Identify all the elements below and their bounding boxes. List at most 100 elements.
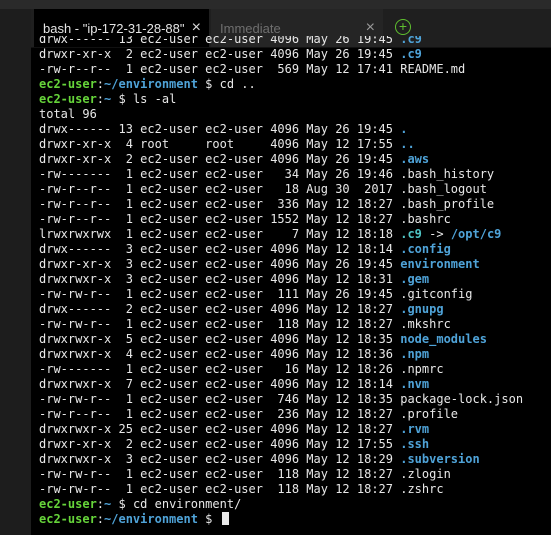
terminal-text: : [96,77,105,91]
terminal-text: $ cd environment/ [111,497,242,511]
terminal-text: drwxr-xr-x 2 ec2-user ec2-user 4096 May … [39,437,401,451]
terminal-text: drwxrwxr-x 5 ec2-user ec2-user 4096 May … [39,332,401,346]
terminal-text: drwx------ 2 ec2-user ec2-user 4096 May … [39,302,401,316]
left-gutter [0,9,31,535]
terminal-text: : [96,497,105,511]
terminal-line: -rw-r--r-- 1 ec2-user ec2-user 18 Aug 30… [39,182,549,197]
terminal-output[interactable]: drwx------ 13 ec2-user ec2-user 4096 May… [39,36,549,535]
terminal-text: drwx------ 13 ec2-user ec2-user 4096 May… [39,36,401,46]
terminal-line: drwxr-xr-x 2 ec2-user ec2-user 4096 May … [39,47,549,62]
tab-immediate-label: Immediate [220,20,281,36]
terminal-text: lrwxrwxrwx 1 ec2-user ec2-user 7 May 12 … [39,227,401,241]
directory-name: .gnupg [400,302,444,316]
directory-name: .rvm [400,422,430,436]
terminal-text: -rw------- 1 ec2-user ec2-user 16 May 12… [39,362,444,376]
terminal-line: drwxrwxr-x 5 ec2-user ec2-user 4096 May … [39,332,549,347]
terminal-line: -rw-r--r-- 1 ec2-user ec2-user 336 May 1… [39,197,549,212]
window-top-strip [0,0,551,9]
symlink-name: .c9 [400,227,422,241]
terminal-line: drwxrwxr-x 4 ec2-user ec2-user 4096 May … [39,347,549,362]
terminal-text: drwxrwxr-x 3 ec2-user ec2-user 4096 May … [39,452,401,466]
terminal-text: drwxrwxr-x 4 ec2-user ec2-user 4096 May … [39,347,401,361]
terminal-line: -rw------- 1 ec2-user ec2-user 16 May 12… [39,362,549,377]
terminal-line: -rw-r--r-- 1 ec2-user ec2-user 236 May 1… [39,407,549,422]
terminal-line: -rw-rw-r-- 1 ec2-user ec2-user 118 May 1… [39,317,549,332]
tab-bash-label: bash - "ip-172-31-28-88" [43,20,185,36]
directory-name: .config [400,242,451,256]
directory-name: environment [400,257,480,271]
terminal-text: -rw-rw-r-- 1 ec2-user ec2-user 118 May 1… [39,317,451,331]
terminal-line: ec2-user:~/environment $ cd .. [39,77,549,92]
terminal-line: ec2-user:~/environment $ [39,512,549,527]
terminal-text: -rw-r--r-- 1 ec2-user ec2-user 569 May 1… [39,62,466,76]
terminal-text: -> [421,227,451,241]
terminal-line: drwxrwxr-x 3 ec2-user ec2-user 4096 May … [39,452,549,467]
terminal-line: drwxrwxr-x 25 ec2-user ec2-user 4096 May… [39,422,549,437]
terminal-text: $ [197,512,220,526]
terminal-text: drwxr-xr-x 2 ec2-user ec2-user 4096 May … [39,152,401,166]
terminal-text: -rw-rw-r-- 1 ec2-user ec2-user 118 May 1… [39,482,444,496]
directory-name: node_modules [400,332,487,346]
terminal-text: : [96,512,105,526]
terminal-line: lrwxrwxrwx 1 ec2-user ec2-user 7 May 12 … [39,227,549,242]
terminal-text: drwx------ 13 ec2-user ec2-user 4096 May… [39,122,401,136]
directory-name: .subversion [400,452,480,466]
terminal-line: -rw------- 1 ec2-user ec2-user 34 May 26… [39,167,549,182]
terminal-line: -rw-rw-r-- 1 ec2-user ec2-user 118 May 1… [39,467,549,482]
terminal-line: -rw-rw-r-- 1 ec2-user ec2-user 111 May 2… [39,287,549,302]
terminal-line: -rw-r--r-- 1 ec2-user ec2-user 1552 May … [39,212,549,227]
terminal-line: drwxrwxr-x 7 ec2-user ec2-user 4096 May … [39,377,549,392]
directory-name: .. [400,137,415,151]
directory-name: .aws [400,152,430,166]
plus-circle-icon[interactable]: + [395,19,411,35]
terminal-line: drwxr-xr-x 2 ec2-user ec2-user 4096 May … [39,152,549,167]
directory-name: .ssh [400,437,430,451]
terminal-line: ec2-user:~ $ ls -al [39,92,549,107]
terminal-line: drwx------ 13 ec2-user ec2-user 4096 May… [39,36,549,47]
terminal-text: drwxr-xr-x 4 root root 4096 May 12 17:55 [39,137,401,151]
terminal-text: -rw-rw-r-- 1 ec2-user ec2-user 746 May 1… [39,392,524,406]
terminal-line: drwx------ 13 ec2-user ec2-user 4096 May… [39,122,549,137]
terminal-text: total 96 [39,107,97,121]
terminal-text: drwxrwxr-x 25 ec2-user ec2-user 4096 May… [39,422,401,436]
terminal-text: -rw-r--r-- 1 ec2-user ec2-user 18 Aug 30… [39,182,487,196]
terminal-text: -rw------- 1 ec2-user ec2-user 34 May 26… [39,167,495,181]
terminal-text: drwxrwxr-x 3 ec2-user ec2-user 4096 May … [39,272,401,286]
terminal-text: -rw-r--r-- 1 ec2-user ec2-user 236 May 1… [39,407,459,421]
terminal-line: drwxr-xr-x 2 ec2-user ec2-user 4096 May … [39,437,549,452]
terminal-text: $ cd .. [197,77,256,91]
terminal-line: -rw-rw-r-- 1 ec2-user ec2-user 746 May 1… [39,392,549,407]
terminal-text: : [96,92,105,106]
terminal-line: drwx------ 2 ec2-user ec2-user 4096 May … [39,302,549,317]
directory-name: /opt/c9 [450,227,502,241]
terminal-line: -rw-r--r-- 1 ec2-user ec2-user 569 May 1… [39,62,549,77]
terminal-text: -rw-rw-r-- 1 ec2-user ec2-user 118 May 1… [39,467,451,481]
terminal-line: -rw-rw-r-- 1 ec2-user ec2-user 118 May 1… [39,482,549,497]
terminal-line: drwx------ 3 ec2-user ec2-user 4096 May … [39,242,549,257]
directory-name: . [400,122,408,136]
terminal-line: ec2-user:~ $ cd environment/ [39,497,549,512]
prompt-user: ec2-user [39,512,97,526]
directory-name: .nvm [400,377,430,391]
terminal-line: drwxr-xr-x 3 ec2-user ec2-user 4096 May … [39,257,549,272]
close-icon[interactable]: × [192,20,201,36]
terminal-text: -rw-rw-r-- 1 ec2-user ec2-user 111 May 2… [39,287,473,301]
directory-name: .npm [400,347,430,361]
terminal-line: total 96 [39,107,549,122]
prompt-path: ~/environment [104,77,198,91]
terminal-text: drwxr-xr-x 3 ec2-user ec2-user 4096 May … [39,257,401,271]
terminal-text: drwxr-xr-x 2 ec2-user ec2-user 4096 May … [39,47,401,61]
directory-name: .c9 [400,36,422,46]
terminal-line: drwxrwxr-x 3 ec2-user ec2-user 4096 May … [39,272,549,287]
terminal-text: $ ls -al [111,92,177,106]
terminal-text: drwxrwxr-x 7 ec2-user ec2-user 4096 May … [39,377,401,391]
terminal-cursor [221,512,229,525]
directory-name: .gem [400,272,430,286]
close-icon[interactable]: × [366,20,375,36]
terminal-line: drwxr-xr-x 4 root root 4096 May 12 17:55… [39,137,549,152]
directory-name: .c9 [400,47,422,61]
prompt-path: ~/environment [104,512,198,526]
prompt-user: ec2-user [39,497,97,511]
prompt-user: ec2-user [39,92,97,106]
terminal-text: -rw-r--r-- 1 ec2-user ec2-user 1552 May … [39,212,451,226]
